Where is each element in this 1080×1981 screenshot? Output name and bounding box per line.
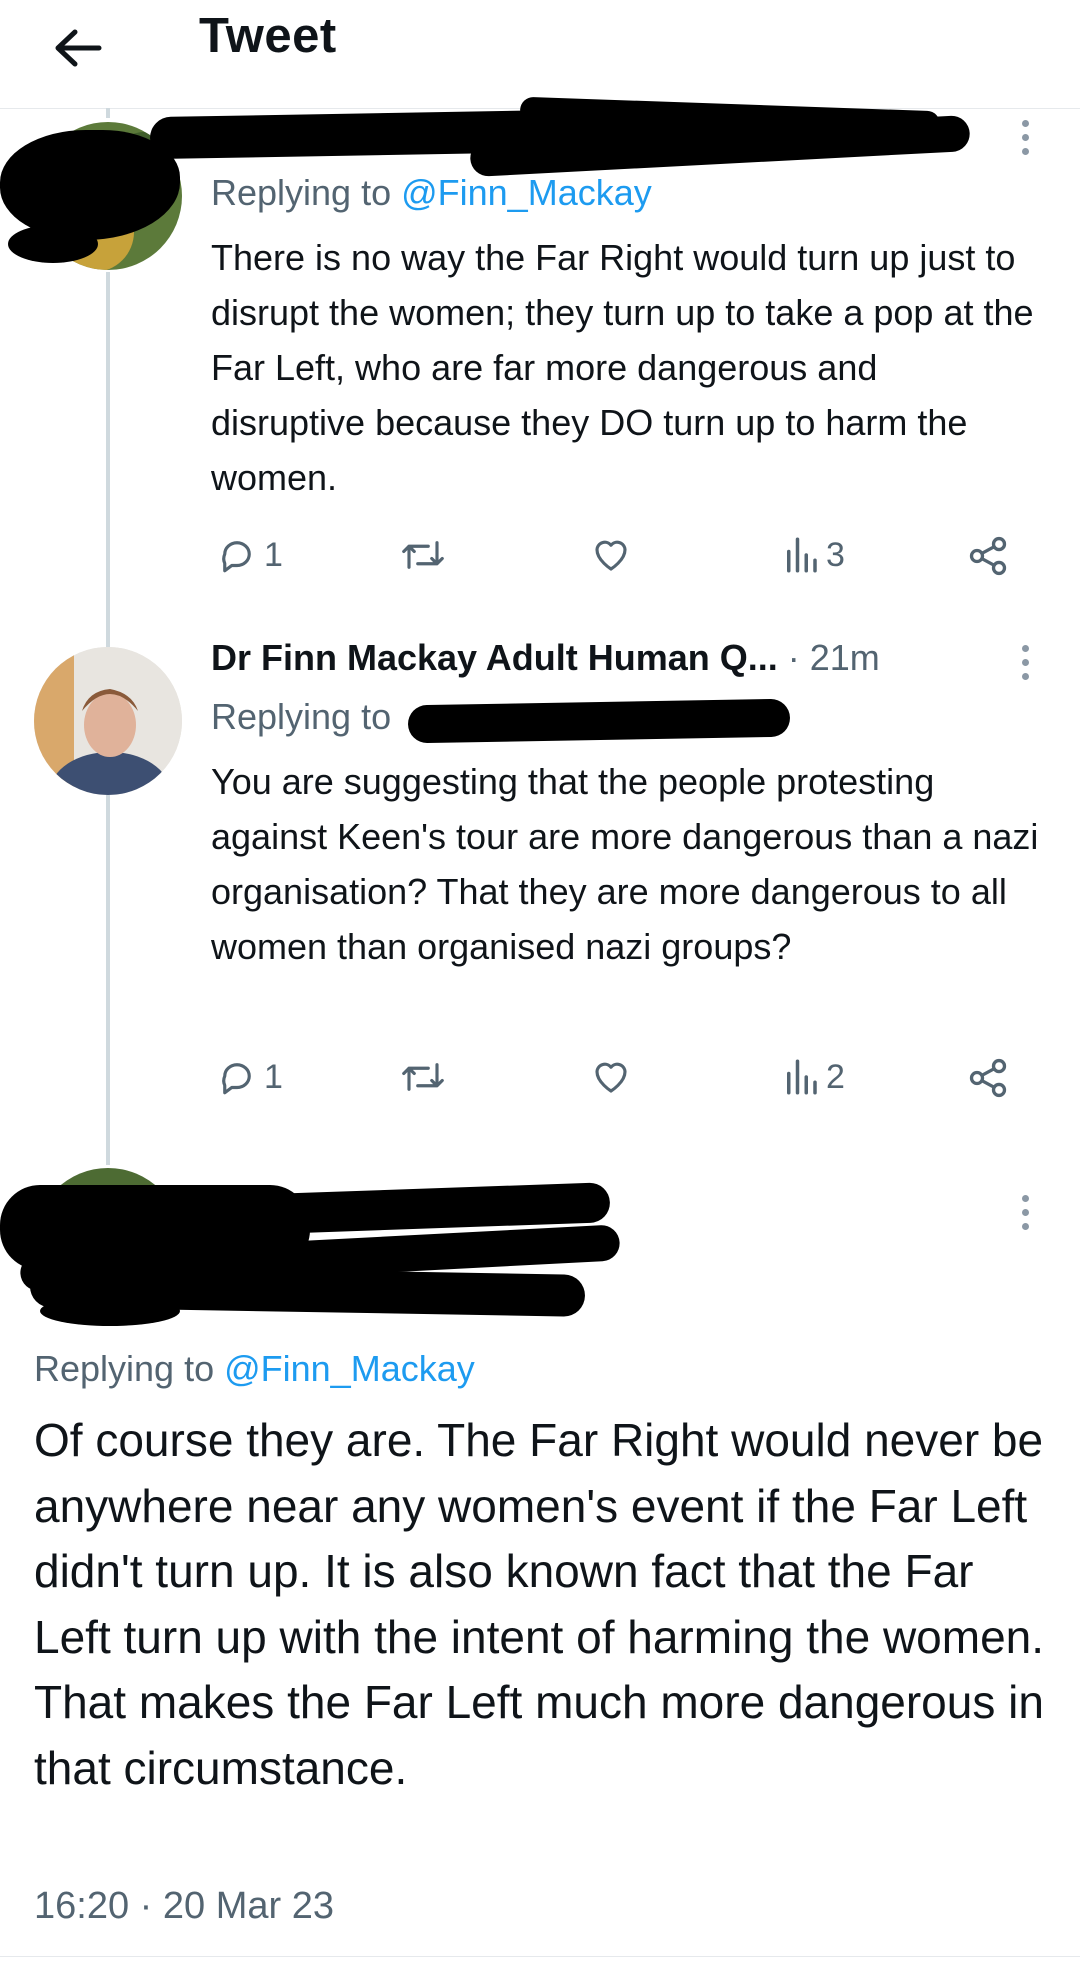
- share-icon: [969, 1058, 1007, 1098]
- tweet-time: · 21m: [777, 637, 880, 678]
- replying-prefix: Replying to: [211, 696, 392, 737]
- replying-to: Replying to @Finn_Mackay: [34, 1348, 475, 1390]
- replying-to: Replying to: [211, 696, 391, 738]
- tweet-text: Of course they are. The Far Right would …: [34, 1414, 1045, 1794]
- replying-prefix: Replying to: [34, 1348, 225, 1389]
- tweet-text: There is no way the Far Right would turn…: [211, 237, 1034, 498]
- author-name[interactable]: Dr Finn Mackay Adult Human Q...: [211, 637, 778, 678]
- thread-connector: [106, 795, 110, 1165]
- heart-icon: [595, 540, 627, 571]
- reply-icon: [222, 541, 251, 573]
- more-vertical-icon[interactable]: [1015, 645, 1035, 680]
- tweet-text: You are suggesting that the people prote…: [211, 761, 1039, 967]
- thread-connector: [106, 272, 110, 647]
- reply-count: 1: [264, 1057, 283, 1096]
- views-icon: [787, 1059, 817, 1095]
- mention-link[interactable]: @Finn_Mackay: [401, 172, 652, 213]
- avatar[interactable]: [34, 647, 182, 795]
- tweet-timestamp[interactable]: 16:20 · 20 Mar 23: [34, 1885, 334, 1928]
- redaction-mark: [407, 698, 791, 744]
- back-arrow-icon[interactable]: [46, 16, 110, 80]
- views-button[interactable]: 3: [782, 534, 845, 576]
- thread-connector: [106, 108, 110, 118]
- reply-icon: [222, 1063, 251, 1095]
- retweet-icon: [402, 541, 444, 569]
- reply-button[interactable]: 1: [216, 534, 283, 576]
- author-line: Dr Finn Mackay Adult Human Q... · 21m: [211, 637, 880, 679]
- divider: [0, 1956, 1080, 1957]
- like-button[interactable]: [589, 534, 633, 576]
- more-vertical-icon[interactable]: [1015, 120, 1035, 155]
- top-bar: Tweet: [0, 0, 1080, 109]
- views-count: 3: [826, 535, 845, 574]
- views-icon: [787, 537, 817, 573]
- share-button[interactable]: [966, 1056, 1010, 1100]
- heart-icon: [595, 1062, 627, 1093]
- views-button[interactable]: 2: [782, 1056, 845, 1098]
- page-title: Tweet: [199, 9, 337, 63]
- share-button[interactable]: [966, 534, 1010, 578]
- replying-prefix: Replying to: [211, 172, 402, 213]
- retweet-button[interactable]: [398, 1056, 448, 1098]
- replying-to: Replying to @Finn_Mackay: [211, 172, 652, 214]
- like-button[interactable]: [589, 1056, 633, 1098]
- views-count: 2: [826, 1057, 845, 1096]
- redaction-mark: [8, 225, 98, 263]
- reply-button[interactable]: 1: [216, 1056, 283, 1098]
- share-icon: [969, 536, 1007, 576]
- mention-link[interactable]: @Finn_Mackay: [224, 1348, 475, 1389]
- reply-count: 1: [264, 535, 283, 574]
- more-vertical-icon[interactable]: [1015, 1195, 1035, 1230]
- retweet-button[interactable]: [398, 534, 448, 576]
- redaction-mark: [40, 1296, 180, 1326]
- retweet-icon: [402, 1063, 444, 1091]
